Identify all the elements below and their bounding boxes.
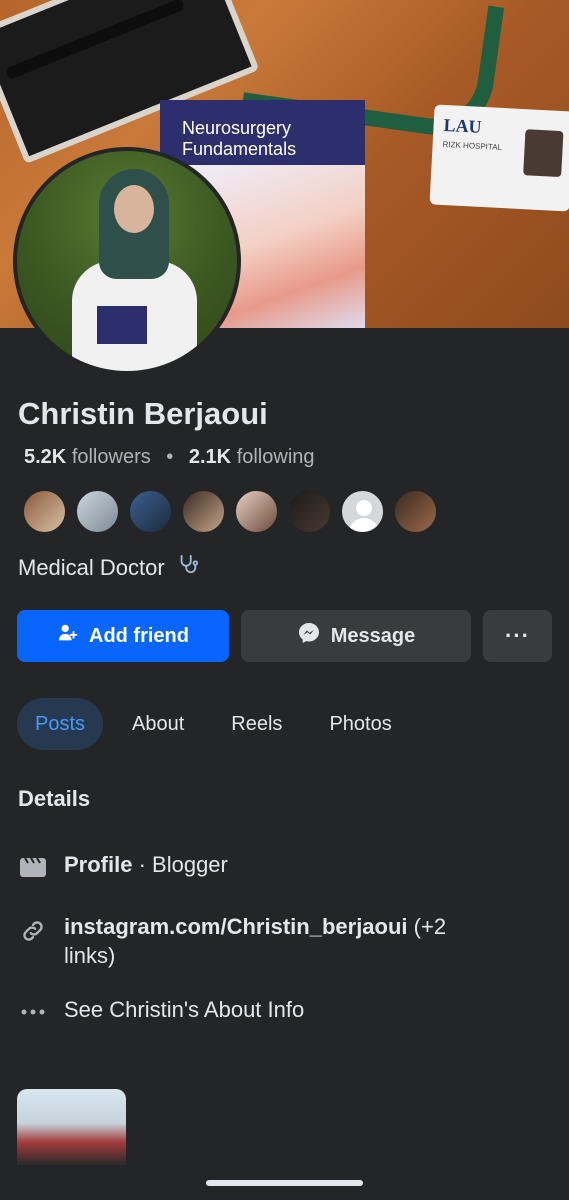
friend-avatar-placeholder[interactable] [340, 489, 385, 534]
profile-label: Profile [64, 852, 133, 877]
profile-name: Christin Berjaoui [18, 396, 268, 431]
profile-category: · Blogger [138, 852, 228, 877]
messenger-icon [297, 621, 331, 651]
friend-avatar[interactable] [128, 489, 173, 534]
tab-about[interactable]: About [114, 698, 202, 750]
bio-text: Medical Doctor [18, 555, 165, 580]
following-count: 2.1K [188, 446, 232, 468]
stethoscope-icon [171, 554, 199, 580]
profile-tabs: Posts About Reels Photos [17, 698, 421, 750]
friend-avatar[interactable] [75, 489, 120, 534]
tab-photos[interactable]: Photos [311, 698, 409, 750]
bio: Medical Doctor [18, 553, 199, 581]
add-friend-label: Add friend [89, 624, 189, 647]
details-heading: Details [18, 786, 91, 811]
ellipsis-icon [18, 997, 48, 1027]
message-label: Message [330, 624, 416, 647]
profile-avatar[interactable] [13, 147, 241, 375]
tab-posts[interactable]: Posts [17, 698, 104, 750]
add-friend-icon [57, 622, 89, 650]
detail-links[interactable]: instagram.com/Christin_berjaoui (+2 link… [18, 912, 498, 970]
followers-count: 5.2K [24, 446, 67, 468]
following-label: following [236, 446, 315, 468]
follow-stats[interactable]: 5.2K followers • 2.1K following [24, 446, 315, 469]
add-friend-button[interactable]: Add friend [17, 610, 229, 662]
message-button[interactable]: Message [241, 610, 471, 662]
friend-avatar[interactable] [287, 489, 332, 534]
followers-label: followers [71, 446, 151, 468]
post-thumbnail[interactable] [17, 1089, 126, 1165]
clapperboard-icon [18, 852, 48, 882]
book-title: Neurosurgery Fundamentals [182, 118, 297, 159]
friend-avatar[interactable] [234, 489, 279, 534]
see-about-info[interactable]: See Christin's About Info [18, 997, 304, 1027]
link-icon [18, 916, 48, 946]
friend-avatar[interactable] [22, 489, 67, 534]
more-icon: ··· [505, 623, 530, 648]
more-options-button[interactable]: ··· [483, 610, 552, 662]
about-info-label: See Christin's About Info [64, 997, 305, 1022]
stats-separator: • [166, 446, 174, 468]
detail-profile-type: Profile · Blogger [18, 852, 228, 882]
id-badge-image: LAU RIZK HOSPITAL [429, 104, 569, 212]
home-indicator[interactable] [206, 1180, 363, 1186]
tab-reels[interactable]: Reels [213, 698, 300, 750]
friend-avatar[interactable] [181, 489, 226, 534]
mutual-friends-row[interactable] [22, 489, 438, 534]
friend-avatar[interactable] [393, 489, 438, 534]
instagram-link[interactable]: instagram.com/Christin_berjaoui [64, 914, 408, 939]
